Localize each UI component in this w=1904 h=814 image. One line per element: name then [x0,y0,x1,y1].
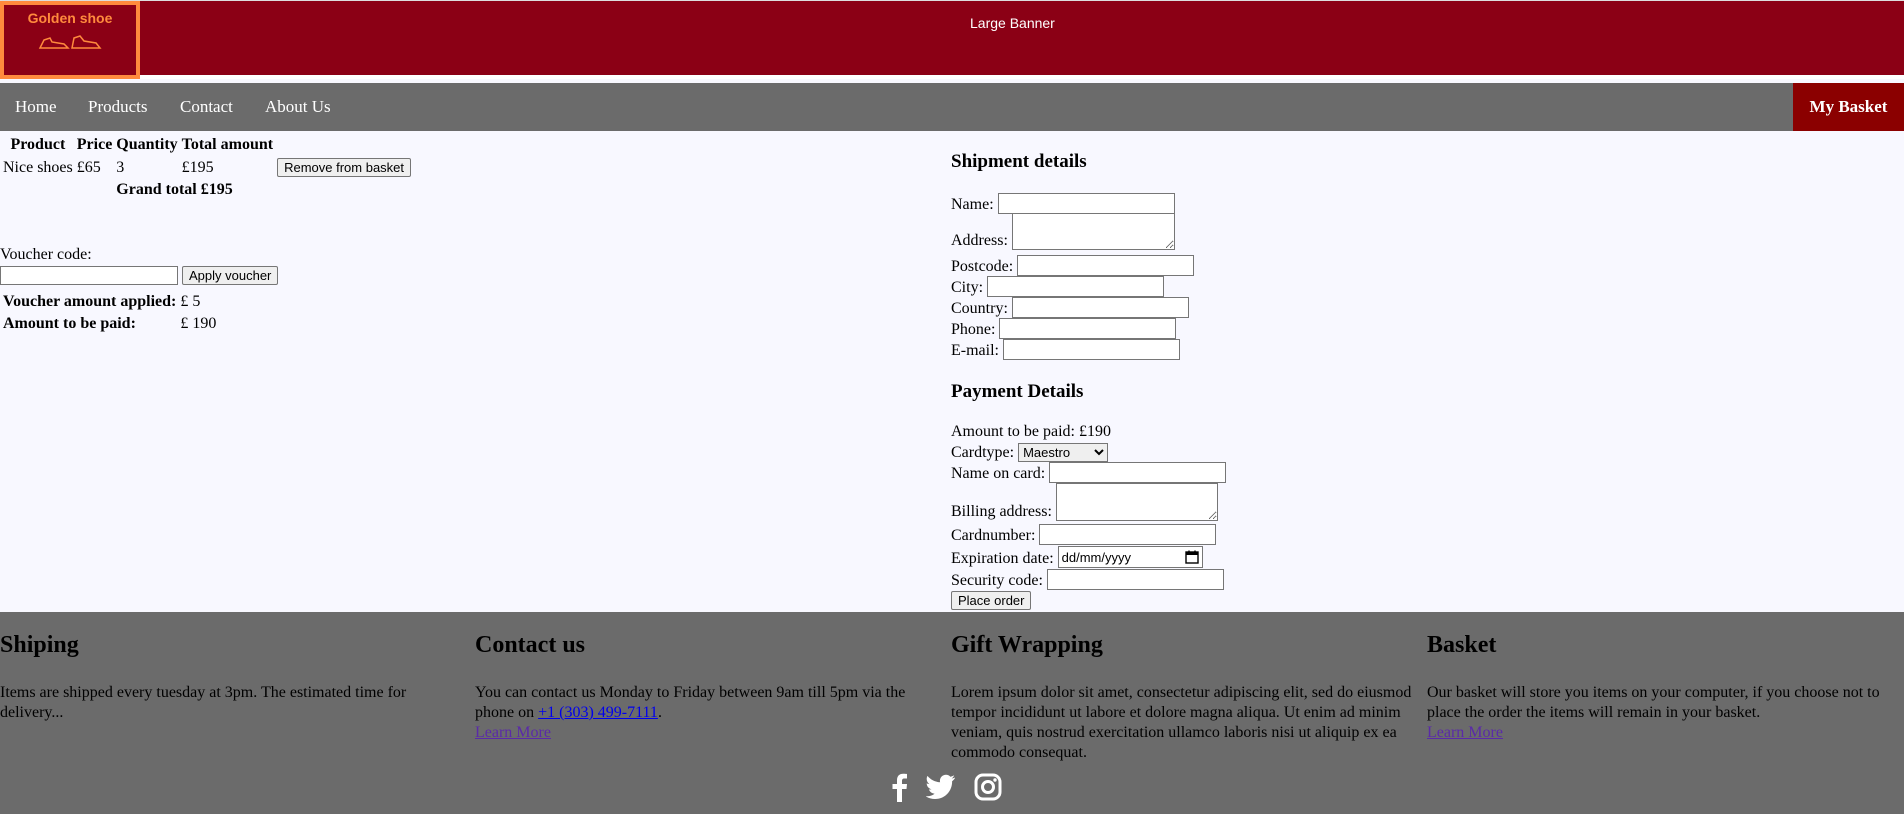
cardtype-label: Cardtype: [951,444,1015,461]
city-row: City: [951,276,1165,297]
cardtype-row: Cardtype: Maestro [951,443,1109,462]
basket-learn-more-link[interactable]: Learn More [1427,724,1503,741]
place-order-row: Place order [951,591,1032,610]
payment-title: Payment Details [951,381,1084,402]
nav-about-us[interactable]: About Us [265,97,331,117]
payment-amount: Amount to be paid: £190 [951,423,1111,440]
logo[interactable]: Golden shoe [0,1,140,79]
nav-contact[interactable]: Contact [180,97,233,117]
country-input[interactable] [1011,297,1189,318]
name-row: Name: [951,193,1175,214]
footer-gift-wrapping: Gift Wrapping Lorem ipsum dolor sit amet… [951,632,1423,763]
logo-text: Golden shoe [27,10,113,26]
amount-to-pay-label: Amount to be paid: [3,315,136,332]
place-order-button[interactable]: Place order [951,591,1032,610]
name-on-card-label: Name on card: [951,465,1046,482]
nav-home[interactable]: Home [15,97,57,117]
billing-address-input[interactable] [1055,483,1218,521]
footer-gift-text: Lorem ipsum dolor sit amet, consectetur … [951,684,1412,761]
footer-shipping-text: Items are shipped every tuesday at 3pm. … [0,684,407,721]
col-price: Price [76,136,113,153]
shoes-icon [38,35,102,49]
address-label: Address: [951,232,1008,249]
contact-learn-more-link[interactable]: Learn More [475,724,551,741]
col-total-amount: Total amount [181,136,274,153]
name-on-card-row: Name on card: [951,462,1227,483]
footer-basket-title: Basket [1427,632,1497,658]
voucher-summary: Voucher amount applied: £ 5 Amount to be… [0,290,219,336]
grand-total: Grand total £195 [116,181,233,198]
footer: Shiping Items are shipped every tuesday … [0,612,1904,814]
footer-basket: Basket Our basket will store you items o… [1427,632,1899,743]
footer-basket-text: Our basket will store you items on your … [1427,684,1880,721]
basket-table: Product Price Quantity Total amount Nice… [0,133,414,202]
voucher-label: Voucher code: [0,246,92,263]
cardnumber-input[interactable] [1039,524,1217,545]
voucher-section: Voucher code: Apply voucher [0,246,279,285]
name-on-card-input[interactable] [1049,462,1227,483]
email-label: E-mail: [951,342,999,359]
postcode-label: Postcode: [951,258,1014,275]
grand-total-row: Grand total £195 [2,180,412,200]
name-input[interactable] [997,193,1175,214]
twitter-icon[interactable] [926,774,956,800]
banner-text: Large Banner [970,15,1055,31]
address-row: Address: [951,213,1175,250]
expiration-label: Expiration date: [951,550,1054,567]
phone-link[interactable]: +1 (303) 499-7111 [538,704,658,721]
footer-contact-title: Contact us [475,632,586,658]
main-nav: Home Products Contact About Us My Basket [0,83,1904,131]
postcode-row: Postcode: [951,255,1195,276]
calendar-icon[interactable] [1184,550,1199,564]
expiration-date-input[interactable]: dd/mm/yyyy [1057,546,1203,568]
header-banner: Golden shoe Large Banner [0,0,1904,79]
table-header-row: Product Price Quantity Total amount [2,135,412,155]
country-row: Country: [951,297,1189,318]
city-input[interactable] [987,276,1165,297]
expiration-placeholder: dd/mm/yyyy [1061,549,1131,565]
col-product: Product [10,136,66,153]
voucher-applied-label: Voucher amount applied: [3,293,177,310]
billing-address-row: Billing address: [951,483,1218,521]
address-input[interactable] [1011,213,1175,250]
expiration-row: Expiration date: dd/mm/yyyy [951,546,1203,568]
cell-product: Nice shoes [3,158,73,176]
facebook-icon[interactable] [890,772,908,802]
shipment-title: Shipment details [951,151,1087,172]
my-basket-button[interactable]: My Basket [1793,83,1904,131]
cardnumber-row: Cardnumber: [951,524,1217,545]
footer-shipping: Shiping Items are shipped every tuesday … [0,632,472,723]
cell-total: £195 [181,158,214,176]
cell-quantity: 3 [116,158,125,176]
remove-from-basket-button[interactable]: Remove from basket [277,158,412,177]
col-quantity: Quantity [116,136,178,153]
phone-input[interactable] [999,318,1177,339]
voucher-applied-value: £ 5 [180,293,201,310]
phone-label: Phone: [951,321,996,338]
footer-gift-title: Gift Wrapping [951,632,1103,658]
footer-shipping-title: Shiping [0,632,79,658]
footer-contact: Contact us You can contact us Monday to … [475,632,947,743]
security-code-row: Security code: [951,569,1224,590]
postcode-input[interactable] [1017,255,1195,276]
nav-products[interactable]: Products [88,97,148,117]
social-links [890,772,1002,802]
country-label: Country: [951,300,1008,317]
email-row: E-mail: [951,339,1180,360]
cardtype-select[interactable]: Maestro [1018,443,1109,462]
voucher-input[interactable] [0,266,178,285]
name-label: Name: [951,196,994,213]
email-input[interactable] [1002,339,1180,360]
cardnumber-label: Cardnumber: [951,527,1036,544]
city-label: City: [951,279,984,296]
apply-voucher-button[interactable]: Apply voucher [182,266,279,285]
billing-address-label: Billing address: [951,503,1052,520]
instagram-icon[interactable] [974,773,1002,801]
security-code-input[interactable] [1046,569,1224,590]
cell-price: £65 [76,158,101,176]
table-row: Nice shoes £65 3 £195 Remove from basket [2,157,412,178]
security-code-label: Security code: [951,572,1043,589]
amount-to-pay-value: £ 190 [180,315,217,332]
phone-row: Phone: [951,318,1177,339]
